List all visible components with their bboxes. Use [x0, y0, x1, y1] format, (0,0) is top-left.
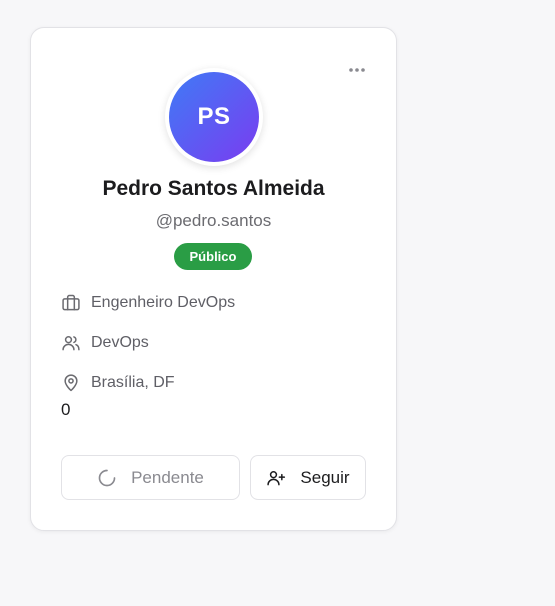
profile-card: PS Pedro Santos Almeida @pedro.santos Pú…	[30, 27, 397, 531]
briefcase-icon	[61, 293, 81, 313]
profile-name: Pedro Santos Almeida	[102, 177, 325, 200]
follow-label: Seguir	[300, 467, 350, 487]
team-row: DevOps	[61, 331, 149, 355]
spinner-icon	[97, 468, 117, 488]
job-title-row: Engenheiro DevOps	[61, 291, 235, 315]
pending-button[interactable]: Pendente	[61, 455, 240, 500]
profile-count: 0	[61, 400, 71, 419]
user-plus-icon	[266, 468, 286, 488]
more-horizontal-icon	[348, 60, 366, 78]
visibility-badge: Público	[174, 243, 252, 270]
location-text: Brasília, DF	[91, 374, 175, 391]
avatar-initials: PS	[197, 103, 231, 130]
more-options-button[interactable]	[344, 56, 370, 82]
team-text: DevOps	[91, 334, 149, 351]
map-pin-icon	[61, 373, 81, 393]
avatar: PS	[169, 72, 259, 162]
job-title-text: Engenheiro DevOps	[91, 294, 236, 311]
location-row: Brasília, DF	[61, 371, 175, 395]
users-icon	[61, 333, 81, 353]
avatar-ring: PS	[165, 68, 263, 166]
pending-label: Pendente	[131, 467, 204, 487]
follow-button[interactable]: Seguir	[250, 455, 366, 500]
profile-handle: @pedro.santos	[155, 211, 272, 230]
